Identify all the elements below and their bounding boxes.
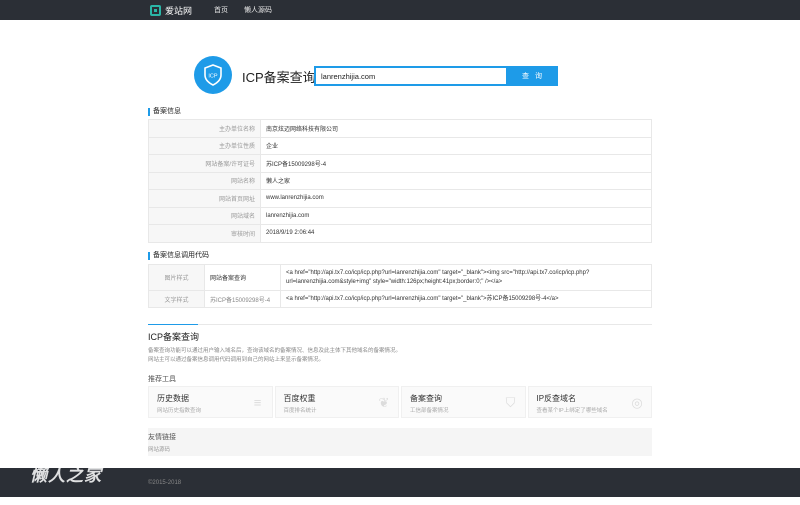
site-logo[interactable]: 爱站网 bbox=[150, 3, 192, 17]
embed-code-snippet[interactable]: <a href="http://api.tx7.co/icp/icp.php?u… bbox=[280, 264, 652, 291]
record-info-value: 企业 bbox=[260, 136, 652, 155]
icp-shield-icon: ICP bbox=[194, 56, 232, 94]
tool-name: IP反查域名 bbox=[536, 394, 577, 403]
record-info-label: 网站备案/许可证号 bbox=[148, 154, 261, 173]
recommended-tools-title: 推荐工具 bbox=[148, 376, 176, 383]
tool-desc: 网站历史指数查询 bbox=[157, 408, 202, 414]
code-type-label: 文字样式 bbox=[148, 290, 205, 308]
about-title: ICP备案查询 bbox=[148, 332, 200, 342]
record-info-value: lanrenzhijia.com bbox=[260, 206, 652, 225]
about-divider bbox=[148, 324, 652, 325]
code-style-name: 网站备案查询 bbox=[204, 264, 281, 291]
tool-name: 百度权重 bbox=[283, 394, 316, 403]
record-info-row: 网站首页网址 www.lanrenzhijia.com bbox=[148, 189, 652, 208]
record-info-label: 网站首页网址 bbox=[148, 189, 261, 208]
watermark: 懒人之家 bbox=[30, 466, 102, 485]
tool-card-baidu-weight[interactable]: 百度权重 百度排名统计 ❦ bbox=[274, 386, 399, 418]
paw-icon: ❦ bbox=[378, 395, 390, 410]
nav-item-home[interactable]: 首页 bbox=[214, 5, 228, 15]
record-info-row: 网站名称 懒人之家 bbox=[148, 171, 652, 190]
logo-icon bbox=[150, 4, 161, 16]
code-row-text: 文字样式 苏ICP备15009298号-4 <a href="http://ap… bbox=[148, 290, 652, 308]
record-info-row: 主办单位性质 企业 bbox=[148, 136, 652, 155]
code-style-name: 苏ICP备15009298号-4 bbox=[204, 290, 281, 308]
record-info-value: 2018/9/19 2:06:44 bbox=[260, 224, 652, 243]
section-title-record-info: 备案信息 bbox=[148, 108, 181, 116]
tool-card-icp[interactable]: 备案查询 工信部备案情况 ⛉ bbox=[401, 386, 526, 418]
icp-badge-text: ICP bbox=[208, 74, 218, 80]
embed-code-table: 图片样式 网站备案查询 <a href="http://api.tx7.co/i… bbox=[148, 264, 652, 308]
tool-card-history[interactable]: 历史数据 网站历史指数查询 ≡ bbox=[148, 386, 273, 418]
nav-item-lazy-source[interactable]: 懒人源码 bbox=[244, 5, 272, 15]
ip-icon: ◎ bbox=[631, 395, 643, 410]
friend-link-item[interactable]: 网站源码 bbox=[148, 445, 652, 453]
tool-desc: 工信部备案情况 bbox=[410, 408, 449, 414]
record-info-value: www.lanrenzhijia.com bbox=[260, 189, 652, 208]
tool-card-ip-reverse[interactable]: IP反查域名 查看某个IP上绑定了哪些域名 ◎ bbox=[527, 386, 652, 418]
record-info-value: 苏ICP备15009298号-4 bbox=[260, 154, 652, 173]
logo-text: 爱站网 bbox=[165, 5, 193, 16]
tool-name: 备案查询 bbox=[410, 394, 442, 403]
record-info-label: 审核时间 bbox=[148, 224, 261, 243]
about-text-line: 网站主可以通过备案信息调用代码调用到自己的网站上来显示备案情况。 bbox=[148, 357, 325, 363]
friend-links-title: 友情链接 bbox=[148, 434, 176, 441]
record-info-label: 网站域名 bbox=[148, 206, 261, 225]
stack-icon: ≡ bbox=[253, 395, 262, 410]
about-text-line: 备案查询功能可以通过用户输入域名后，查询该域名的备案情况、信息及此主体下其他域名… bbox=[148, 348, 402, 354]
copyright: ©2015-2018 bbox=[148, 480, 182, 486]
icp-icon: ⛉ bbox=[505, 395, 516, 410]
tool-desc: 查看某个IP上绑定了哪些域名 bbox=[536, 408, 608, 414]
record-info-value: 懒人之家 bbox=[260, 171, 652, 190]
record-info-row: 审核时间 2018/9/19 2:06:44 bbox=[148, 224, 652, 243]
record-info-table: 主办单位名称 南京炫迈网络科技有限公司 主办单位性质 企业 网站备案/许可证号 苏ICP备… bbox=[148, 119, 652, 243]
record-info-row: 主办单位名称 南京炫迈网络科技有限公司 bbox=[148, 119, 652, 138]
record-info-value: 南京炫迈网络科技有限公司 bbox=[260, 119, 652, 138]
tools-list: 历史数据 网站历史指数查询 ≡ 百度权重 百度排名统计 ❦ 备案查询 工信部备案… bbox=[148, 386, 652, 418]
page-title: ICP备案查询 bbox=[242, 70, 316, 85]
tool-desc: 百度排名统计 bbox=[283, 408, 317, 414]
code-type-label: 图片样式 bbox=[148, 264, 205, 291]
tool-name: 历史数据 bbox=[157, 394, 189, 403]
domain-search-input[interactable] bbox=[314, 66, 508, 86]
search-button[interactable]: 查 询 bbox=[508, 66, 558, 86]
top-nav-bar: 爱站网 首页 懒人源码 bbox=[0, 0, 800, 20]
record-info-label: 主办单位性质 bbox=[148, 136, 261, 155]
embed-code-snippet[interactable]: <a href="http://api.tx7.co/icp/icp.php?u… bbox=[280, 290, 652, 308]
record-info-row: 网站备案/许可证号 苏ICP备15009298号-4 bbox=[148, 154, 652, 173]
record-info-label: 网站名称 bbox=[148, 171, 261, 190]
record-info-row: 网站域名 lanrenzhijia.com bbox=[148, 206, 652, 225]
section-title-embed-code: 备案信息调用代码 bbox=[148, 252, 209, 260]
friend-links: 友情链接 网站源码 bbox=[148, 428, 652, 456]
record-info-label: 主办单位名称 bbox=[148, 119, 261, 138]
footer bbox=[0, 468, 800, 497]
code-row-image: 图片样式 网站备案查询 <a href="http://api.tx7.co/i… bbox=[148, 264, 652, 291]
